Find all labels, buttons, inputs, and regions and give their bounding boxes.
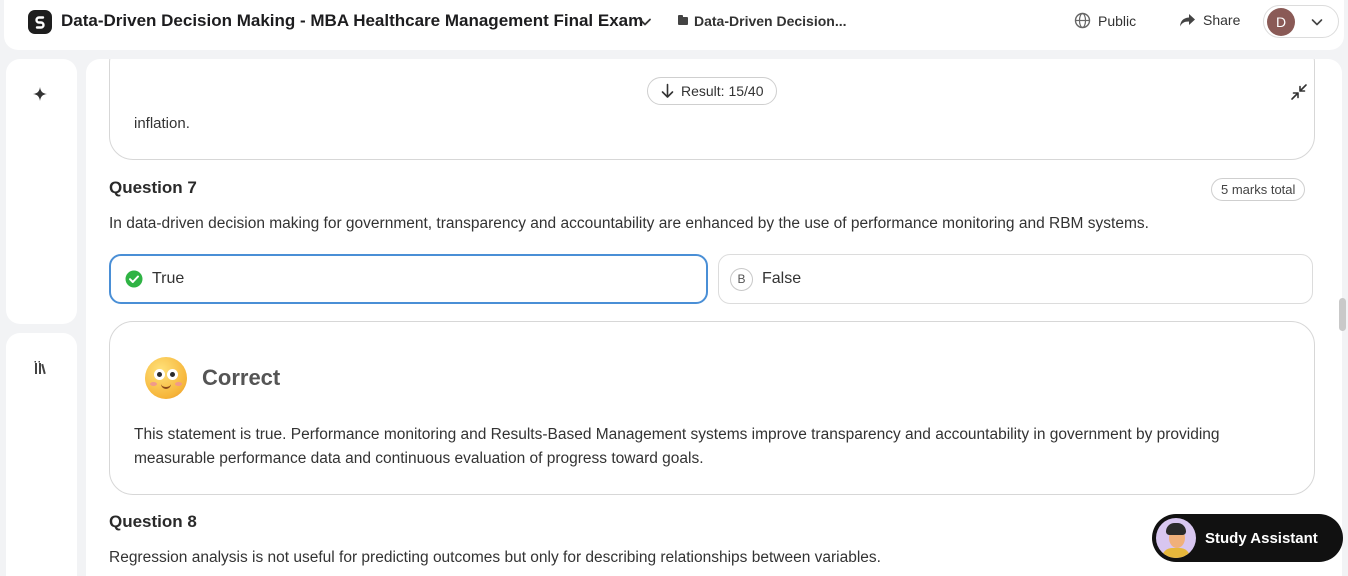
top-bar: Data-Driven Decision Making - MBA Health… (4, 0, 1344, 50)
share-label: Share (1203, 12, 1241, 28)
option-letter-badge: B (730, 267, 753, 291)
study-assistant-label: Study Assistant (1205, 529, 1318, 547)
option-true[interactable]: True (109, 254, 708, 304)
sparkle-icon[interactable] (32, 86, 48, 102)
result-jump-button[interactable]: Result: 15/40 (647, 77, 777, 105)
question-8-heading: Question 8 (109, 512, 197, 531)
question-8-text: Regression analysis is not useful for pr… (109, 549, 881, 566)
question-7-text: In data-driven decision making for gover… (109, 215, 1149, 232)
option-false[interactable]: B False (718, 254, 1313, 304)
question-7-heading: Question 7 (109, 178, 197, 197)
public-label: Public (1098, 12, 1137, 29)
share-button[interactable]: Share (1179, 12, 1240, 28)
document-title[interactable]: Data-Driven Decision Making - MBA Health… (61, 11, 643, 31)
scrollbar-thumb[interactable] (1339, 298, 1346, 331)
study-assistant-button[interactable]: Study Assistant (1152, 514, 1343, 562)
smiling-face-icon (145, 357, 187, 399)
result-label: Result: 15/40 (681, 83, 764, 99)
marks-badge: 5 marks total (1211, 178, 1306, 201)
feedback-card: Correct This statement is true. Performa… (109, 321, 1315, 495)
check-circle-icon (125, 270, 143, 288)
account-menu[interactable]: D (1263, 5, 1339, 38)
chevron-down-icon (1311, 18, 1323, 25)
breadcrumb-label: Data-Driven Decision... (694, 13, 847, 29)
collapse-icon[interactable] (1290, 83, 1308, 101)
globe-icon (1074, 12, 1091, 29)
option-label: False (762, 270, 802, 287)
app-logo-icon[interactable] (28, 10, 52, 34)
arrow-down-icon (661, 83, 674, 98)
assistant-avatar-icon (1156, 518, 1196, 558)
library-icon[interactable] (33, 360, 49, 376)
main-panel: Result: 15/40 inflation. Question 7 5 ma… (86, 59, 1342, 576)
feedback-status: Correct (202, 365, 281, 390)
chevron-down-icon[interactable] (636, 13, 654, 31)
public-button[interactable]: Public (1074, 12, 1136, 29)
previous-feedback-text: inflation. (134, 115, 190, 132)
feedback-explanation: This statement is true. Performance moni… (134, 426, 1220, 467)
option-label: True (152, 270, 185, 287)
share-arrow-icon (1180, 13, 1195, 26)
previous-feedback-card (109, 59, 1315, 160)
folder-icon (678, 15, 688, 25)
breadcrumb[interactable]: Data-Driven Decision... (678, 13, 847, 29)
avatar: D (1267, 7, 1295, 36)
